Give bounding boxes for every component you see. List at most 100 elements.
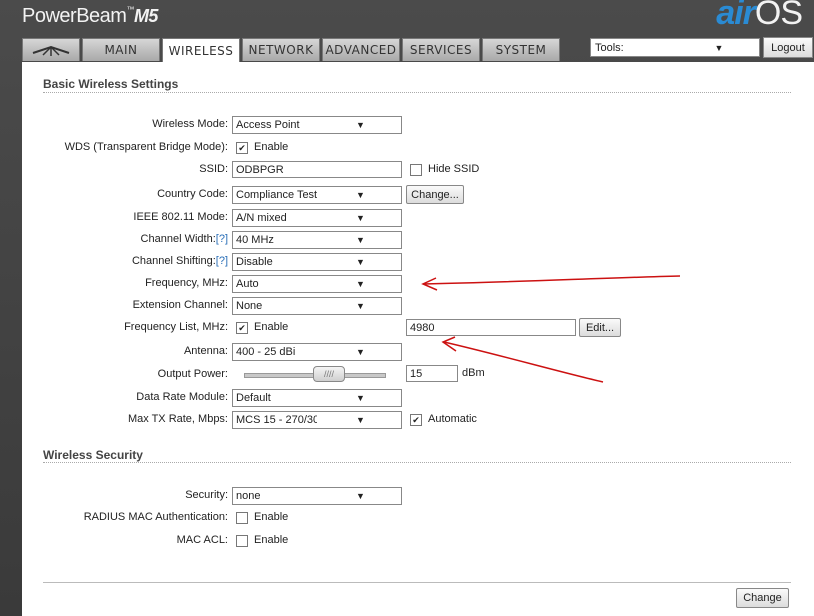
frequency-list-enable-label: Enable: [254, 321, 289, 333]
data-rate-module-select[interactable]: Default ▼: [232, 389, 402, 407]
ssid-label: SSID:: [199, 163, 228, 175]
airos-logo-os: OS: [754, 0, 803, 32]
max-tx-rate-row: Max TX Rate, Mbps: MCS 15 - 270/300 ▼ ✔ A…: [22, 411, 814, 429]
frequency-select[interactable]: Auto ▼: [232, 275, 402, 293]
channel-width-label: Channel Width:[?]: [141, 233, 228, 245]
settings-panel: Basic Wireless Settings Wireless Mode: A…: [22, 62, 814, 616]
frequency-list-label: Frequency List, MHz:: [124, 321, 228, 333]
ieee-mode-select[interactable]: A/N mixed ▼: [232, 209, 402, 227]
wireless-mode-row: Wireless Mode: Access Point ▼: [22, 116, 814, 134]
ieee-mode-value: A/N mixed: [236, 212, 287, 224]
output-power-row: Output Power: //// 15 dBm: [22, 365, 814, 383]
frequency-list-checkbox[interactable]: ✔: [236, 322, 248, 334]
extension-channel-value: None: [236, 300, 263, 312]
chevron-down-icon: ▼: [356, 120, 365, 130]
main-tabs: MAIN WIRELESS NETWORK ADVANCED SERVICES …: [22, 38, 562, 63]
ieee-mode-row: IEEE 802.11 Mode: A/N mixed ▼: [22, 209, 814, 227]
channel-width-value: 40 MHz: [236, 234, 274, 246]
channel-width-select[interactable]: 40 MHz ▼: [232, 231, 402, 249]
data-rate-module-value: Default: [236, 392, 271, 404]
brand-name: PowerBeam: [22, 5, 127, 27]
channel-shifting-label-text: Channel Shifting:: [131, 255, 216, 267]
output-power-unit: dBm: [462, 367, 485, 379]
max-tx-automatic-checkbox[interactable]: ✔: [410, 414, 422, 426]
extension-channel-select[interactable]: None ▼: [232, 297, 402, 315]
logout-button[interactable]: Logout: [763, 37, 813, 58]
wireless-mode-select[interactable]: Access Point ▼: [232, 116, 402, 134]
frequency-list-edit-button[interactable]: Edit...: [579, 318, 621, 337]
antenna-row: Antenna: 400 - 25 dBi ▼: [22, 343, 814, 361]
wds-checkbox[interactable]: ✔: [236, 142, 248, 154]
wds-label: WDS (Transparent Bridge Mode):: [64, 141, 228, 153]
channel-width-label-text: Channel Width:: [140, 233, 216, 245]
airos-logo-air: air: [716, 0, 756, 32]
brand-model: M5: [133, 6, 159, 26]
output-power-slider-handle[interactable]: ////: [313, 366, 345, 382]
section-divider: [43, 582, 791, 583]
tab-advanced[interactable]: ADVANCED: [322, 38, 400, 61]
antenna-label: Antenna:: [183, 345, 228, 357]
hide-ssid-checkbox[interactable]: [410, 164, 422, 176]
ssid-row: SSID: ODBPGR Hide SSID: [22, 161, 814, 179]
section-divider: [43, 92, 791, 93]
country-code-row: Country Code: Compliance Test ▼ Change...: [22, 185, 814, 204]
radius-mac-row: RADIUS MAC Authentication: Enable: [22, 509, 814, 527]
security-value: none: [236, 490, 261, 502]
tab-services[interactable]: SERVICES: [402, 38, 480, 61]
airos-logo: airOS: [716, 0, 803, 33]
data-rate-module-row: Data Rate Module: Default ▼: [22, 389, 814, 407]
wds-enable-label: Enable: [254, 141, 289, 153]
channel-shifting-row: Channel Shifting:[?] Disable ▼: [22, 253, 814, 271]
tab-system[interactable]: SYSTEM: [482, 38, 560, 61]
channel-shifting-label: Channel Shifting:[?]: [132, 255, 228, 267]
frequency-list-input[interactable]: 4980: [406, 319, 576, 336]
chevron-down-icon: ▼: [714, 42, 724, 53]
max-tx-rate-select[interactable]: MCS 15 - 270/300 ▼: [232, 411, 402, 429]
chevron-down-icon: ▼: [356, 279, 365, 289]
output-power-input[interactable]: 15: [406, 365, 458, 382]
channel-shifting-help-link[interactable]: [?]: [216, 255, 228, 267]
chevron-down-icon: ▼: [356, 393, 365, 403]
mac-acl-row: MAC ACL: Enable: [22, 532, 814, 550]
tab-wireless[interactable]: WIRELESS: [162, 38, 240, 63]
country-code-value: Compliance Test: [236, 189, 317, 201]
ssid-input[interactable]: ODBPGR: [232, 161, 402, 178]
channel-width-row: Channel Width:[?] 40 MHz ▼: [22, 231, 814, 249]
country-code-label: Country Code:: [157, 188, 228, 200]
chevron-down-icon: ▼: [356, 347, 365, 357]
tab-main[interactable]: MAIN: [82, 38, 160, 61]
extension-channel-row: Extension Channel: None ▼: [22, 297, 814, 315]
chevron-down-icon: ▼: [356, 257, 365, 267]
tab-ubiquiti-logo[interactable]: [22, 38, 80, 61]
radius-mac-checkbox[interactable]: [236, 512, 248, 524]
frequency-list-row: Frequency List, MHz: ✔ Enable 4980 Edit.…: [22, 318, 814, 337]
brand-logo: PowerBeam™M5: [22, 5, 158, 28]
channel-shifting-select[interactable]: Disable ▼: [232, 253, 402, 271]
tab-network[interactable]: NETWORK: [242, 38, 320, 61]
brand-tm: ™: [126, 5, 134, 14]
chevron-down-icon: ▼: [356, 415, 365, 425]
wireless-security-title: Wireless Security: [43, 448, 143, 462]
change-button[interactable]: Change: [736, 588, 789, 608]
section-divider: [43, 462, 791, 463]
country-code-select[interactable]: Compliance Test ▼: [232, 186, 402, 204]
mac-acl-checkbox[interactable]: [236, 535, 248, 547]
channel-width-help-link[interactable]: [?]: [216, 233, 228, 245]
frequency-value: Auto: [236, 278, 259, 290]
mac-acl-enable-label: Enable: [254, 534, 289, 546]
chevron-down-icon: ▼: [356, 213, 365, 223]
wireless-mode-label: Wireless Mode:: [152, 118, 228, 130]
basic-settings-title: Basic Wireless Settings: [43, 77, 179, 91]
antenna-select[interactable]: 400 - 25 dBi ▼: [232, 343, 402, 361]
max-tx-rate-label: Max TX Rate, Mbps:: [127, 413, 228, 425]
ubiquiti-logo-icon: [32, 45, 70, 56]
country-change-button[interactable]: Change...: [406, 185, 464, 204]
tools-select[interactable]: Tools: ▼: [590, 38, 760, 57]
hide-ssid-label: Hide SSID: [428, 163, 480, 175]
mac-acl-label: MAC ACL:: [176, 534, 228, 546]
chevron-down-icon: ▼: [356, 491, 365, 501]
security-select[interactable]: none ▼: [232, 487, 402, 505]
radius-mac-enable-label: Enable: [254, 511, 289, 523]
antenna-value: 400 - 25 dBi: [236, 346, 296, 358]
chevron-down-icon: ▼: [356, 301, 365, 311]
